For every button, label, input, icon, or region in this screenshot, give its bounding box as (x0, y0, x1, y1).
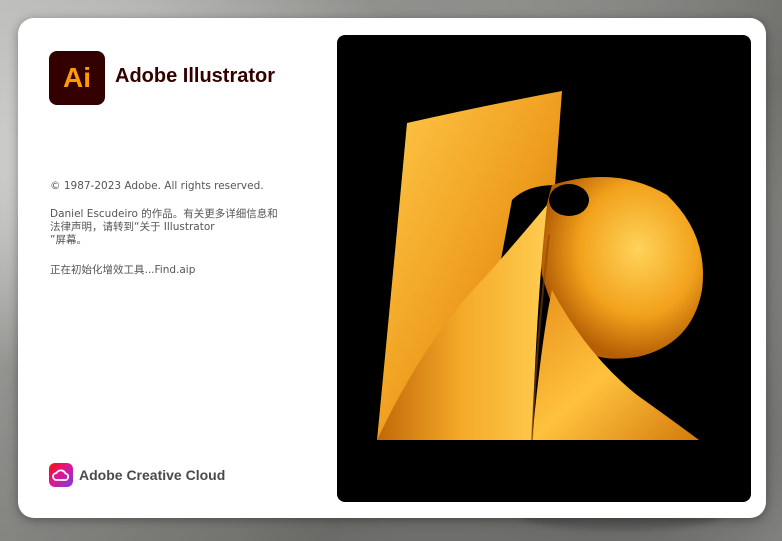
logo-text: Ai (63, 62, 91, 93)
credits-line: Daniel Escudeiro 的作品。有关更多详细信息和 (50, 208, 278, 220)
loading-status: 正在初始化增效工具...Find.aip (50, 264, 196, 276)
creative-cloud-brand: Adobe Creative Cloud (49, 463, 225, 487)
splash-artwork (337, 35, 751, 502)
credits-line: 法律声明，请转到“关于 Illustrator (50, 221, 215, 233)
app-name: Adobe Illustrator (115, 65, 276, 87)
artwork-credits: Daniel Escudeiro 的作品。有关更多详细信息和 法律声明，请转到“… (50, 208, 310, 247)
splash-window: Ai Adobe Illustrator © 1987-2023 Adobe. … (18, 18, 766, 518)
creative-cloud-label: Adobe Creative Cloud (79, 467, 226, 483)
credits-line: ”屏幕。 (50, 234, 87, 246)
creative-cloud-icon (49, 463, 73, 487)
sculpture-artwork (377, 91, 703, 441)
illustrator-logo-icon: Ai (49, 51, 105, 105)
copyright-text: © 1987-2023 Adobe. All rights reserved. (50, 180, 264, 192)
